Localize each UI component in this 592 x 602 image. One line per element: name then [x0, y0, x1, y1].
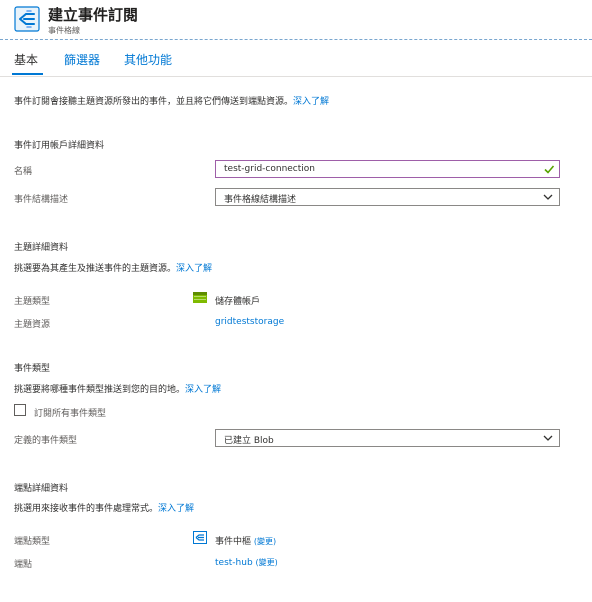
- schema-dropdown-value: 事件格線結構描述: [224, 195, 297, 205]
- defined-event-types-dropdown[interactable]: 已建立 Blob: [215, 429, 560, 447]
- name-input-value: test-grid-connection: [224, 164, 315, 174]
- intro-text: 事件訂閱會接聽主題資源所發出的事件，並且將它們傳送到端點資源。: [14, 97, 294, 107]
- blade-header: 建立事件訂閱 事件格線: [0, 0, 592, 40]
- event-grid-icon: [14, 6, 40, 32]
- storage-account-icon: [193, 292, 207, 303]
- subscription-section-title: 事件訂用帳戶詳細資料: [14, 141, 105, 151]
- page-title: 建立事件訂閱: [48, 6, 139, 24]
- event-types-learn-more-link[interactable]: 深入了解: [185, 385, 221, 395]
- topic-resource-label: 主題資源: [14, 320, 51, 330]
- tab-basics[interactable]: 基本: [14, 51, 38, 68]
- endpoint-type-label: 端點類型: [14, 537, 51, 547]
- header-divider: [0, 39, 592, 40]
- active-tab-indicator: [12, 73, 43, 75]
- topic-type-label: 主題類型: [14, 297, 51, 307]
- event-types-desc-line: 挑選要將哪種事件類型推送到您的目的地。深入了解: [14, 382, 221, 395]
- endpoint-value-line: test-hub (變更): [215, 557, 278, 568]
- endpoint-change-link[interactable]: (變更): [256, 558, 278, 567]
- defined-event-types-value: 已建立 Blob: [224, 436, 274, 446]
- subscribe-all-label: 訂閱所有事件類型: [34, 409, 107, 419]
- intro-line: 事件訂閱會接聽主題資源所發出的事件，並且將它們傳送到端點資源。深入了解: [14, 94, 329, 107]
- tab-filters[interactable]: 篩選器: [64, 51, 100, 68]
- tab-additional-features[interactable]: 其他功能: [124, 51, 172, 68]
- endpoint-type-line: 事件中樞 (變更): [215, 534, 276, 547]
- endpoint-type-change-link[interactable]: (變更): [254, 537, 276, 546]
- name-input[interactable]: test-grid-connection: [215, 160, 560, 178]
- tabs-divider: [0, 76, 592, 77]
- page-subtitle: 事件格線: [48, 26, 80, 35]
- checkmark-icon: [544, 165, 555, 174]
- name-label: 名稱: [14, 167, 33, 177]
- endpoint-desc-line: 挑選用來接收事件的事件處理常式。深入了解: [14, 501, 194, 514]
- topic-section-title: 主題詳細資料: [14, 243, 69, 253]
- defined-event-types-label: 定義的事件類型: [14, 436, 78, 446]
- subscribe-all-checkbox[interactable]: [14, 404, 26, 416]
- event-types-section-title: 事件類型: [14, 364, 51, 374]
- topic-resource-link[interactable]: gridteststorage: [215, 317, 284, 327]
- event-types-desc: 挑選要將哪種事件類型推送到您的目的地。: [14, 385, 186, 395]
- endpoint-desc: 挑選用來接收事件的事件處理常式。: [14, 504, 159, 514]
- endpoint-label: 端點: [14, 560, 33, 570]
- schema-label: 事件結構描述: [14, 195, 69, 205]
- topic-learn-more-link[interactable]: 深入了解: [176, 264, 212, 274]
- endpoint-link[interactable]: test-hub: [215, 558, 253, 568]
- topic-type-value: 儲存體帳戶: [215, 297, 261, 307]
- tab-bar: 基本 篩選器 其他功能: [0, 41, 592, 77]
- topic-desc-line: 挑選要為其產生及推送事件的主題資源。深入了解: [14, 261, 212, 274]
- intro-learn-more-link[interactable]: 深入了解: [293, 97, 329, 107]
- event-hub-icon: [193, 531, 207, 544]
- schema-dropdown[interactable]: 事件格線結構描述: [215, 188, 560, 206]
- endpoint-section-title: 端點詳細資料: [14, 484, 69, 494]
- endpoint-learn-more-link[interactable]: 深入了解: [158, 504, 194, 514]
- chevron-down-icon: [543, 435, 553, 441]
- endpoint-type-value: 事件中樞: [215, 537, 252, 547]
- topic-desc: 挑選要為其產生及推送事件的主題資源。: [14, 264, 177, 274]
- chevron-down-icon: [543, 194, 553, 200]
